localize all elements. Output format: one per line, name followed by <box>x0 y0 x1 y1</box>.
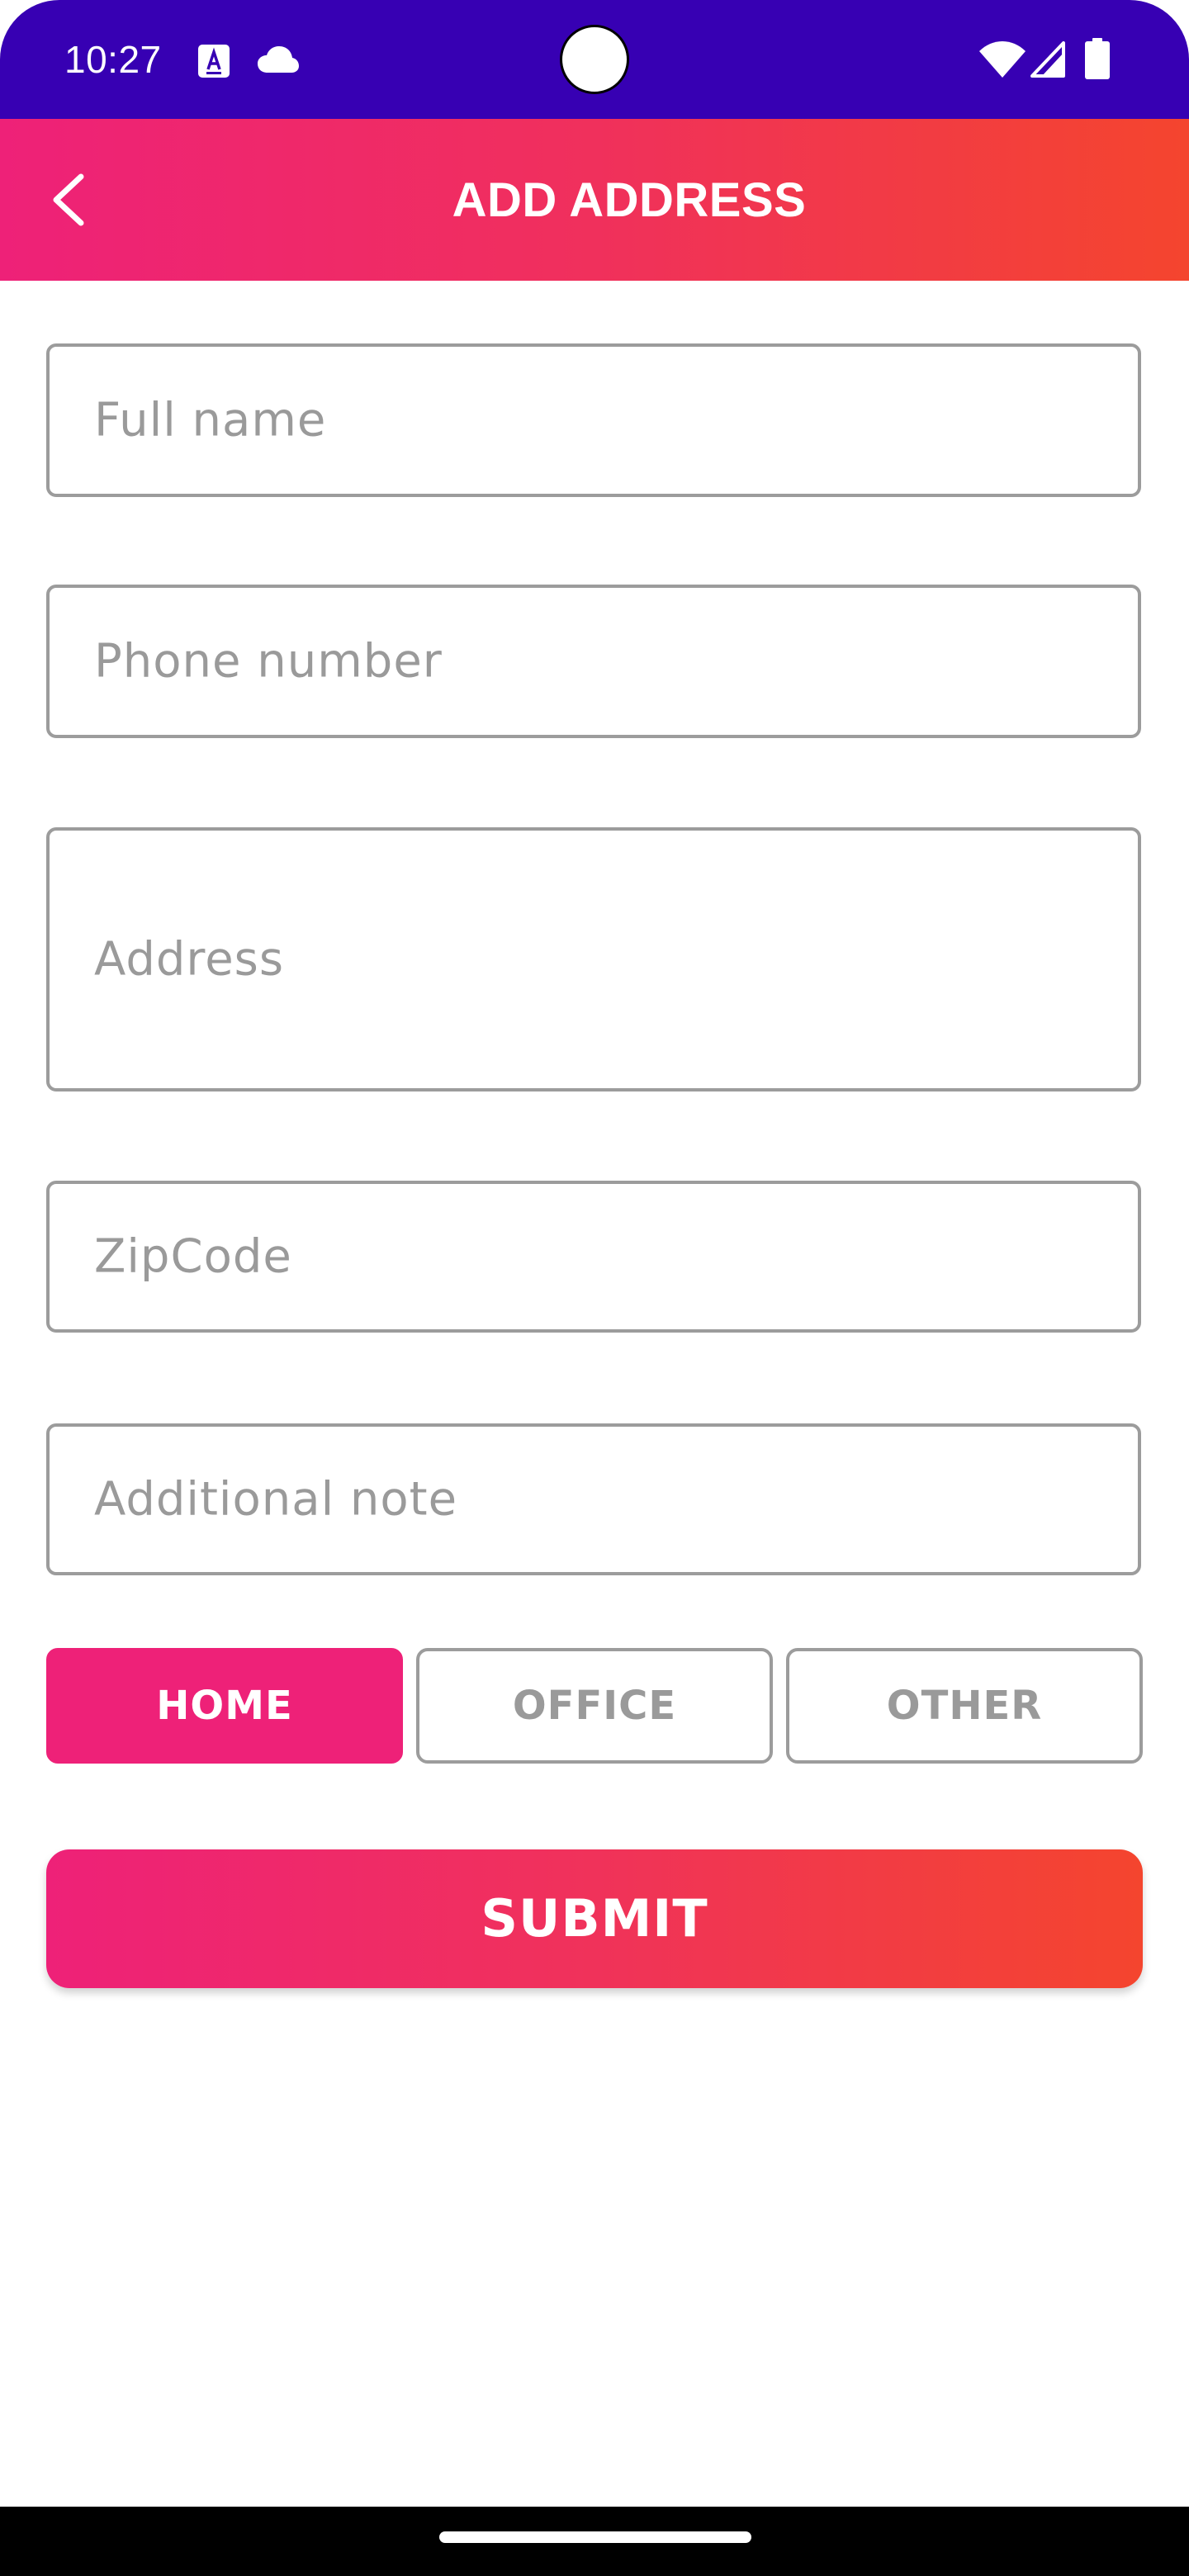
accessibility-a-icon <box>198 45 230 78</box>
camera-cutout <box>560 25 629 94</box>
phone-number-field[interactable]: Phone number <box>46 585 1141 738</box>
zipcode-field[interactable]: ZipCode <box>46 1181 1141 1333</box>
phone-number-placeholder: Phone number <box>94 634 443 689</box>
submit-button[interactable]: SUBMIT <box>46 1849 1143 1988</box>
address-type-home-chip[interactable]: HOME <box>46 1648 403 1764</box>
navigation-bar <box>0 2507 1189 2576</box>
app-toolbar: ADD ADDRESS <box>0 119 1189 281</box>
cloud-icon <box>258 46 299 73</box>
additional-note-placeholder: Additional note <box>94 1472 458 1527</box>
battery-icon <box>1085 38 1110 79</box>
signal-icon <box>1030 41 1065 78</box>
status-time: 10:27 <box>64 38 162 81</box>
full-name-field[interactable]: Full name <box>46 343 1141 497</box>
full-name-placeholder: Full name <box>94 393 327 447</box>
address-field[interactable]: Address <box>46 827 1141 1091</box>
home-gesture-handle[interactable] <box>439 2531 751 2543</box>
page-title: ADD ADDRESS <box>452 173 807 227</box>
zipcode-placeholder: ZipCode <box>94 1229 292 1284</box>
wifi-icon <box>979 41 1026 78</box>
status-bar: 10:27 <box>0 0 1189 119</box>
address-type-other-chip[interactable]: OTHER <box>786 1648 1143 1764</box>
additional-note-field[interactable]: Additional note <box>46 1423 1141 1575</box>
address-type-office-chip[interactable]: OFFICE <box>416 1648 773 1764</box>
address-placeholder: Address <box>94 932 285 987</box>
